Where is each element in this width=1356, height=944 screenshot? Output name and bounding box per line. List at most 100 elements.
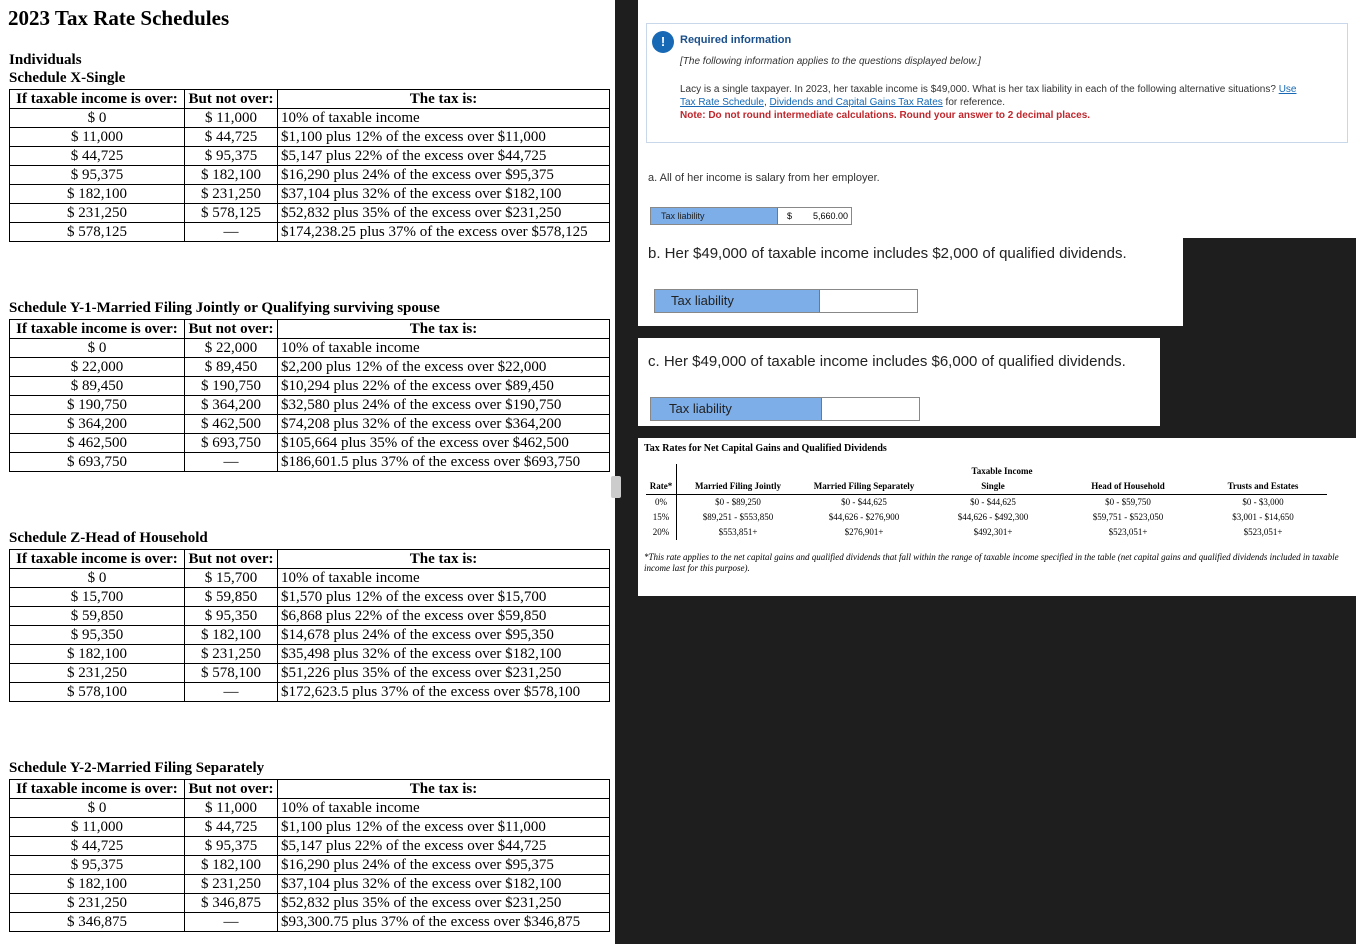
part-c-panel: c. Her $49,000 of taxable income include…	[638, 338, 1160, 426]
table-cell: $186,601.5 plus 37% of the excess over $…	[277, 452, 610, 472]
column-header: If taxable income is over:	[9, 89, 185, 109]
table-cell: $44,626 - $492,300	[957, 512, 1029, 522]
table-cell: $ 578,100	[184, 663, 278, 683]
table-cell: $ 0	[9, 568, 185, 588]
column-header: Single	[929, 479, 1057, 495]
table-cell: $32,580 plus 24% of the excess over $190…	[277, 395, 610, 415]
table-cell: $ 15,700	[184, 568, 278, 588]
capital-gains-rates-link[interactable]: Dividends and Capital Gains Tax Rates	[770, 97, 943, 108]
question-text: Lacy is a single taxpayer. In 2023, her …	[680, 84, 1297, 108]
required-info-title: Required information	[680, 34, 792, 46]
column-header: But not over:	[184, 89, 278, 109]
schedule-table: If taxable income is over: But not over: T…	[9, 319, 610, 472]
schedule-header-row: If taxable income is over: But not over: T…	[9, 549, 610, 569]
table-row: $ 182,100 $ 231,250 $37,104 plus 32% of th…	[9, 184, 610, 204]
schedule-header-row: If taxable income is over: But not over: T…	[9, 89, 610, 109]
table-cell: —	[184, 912, 278, 932]
table-cell: $ 11,000	[9, 817, 185, 837]
table-cell: $ 44,725	[184, 127, 278, 147]
table-cell: —	[184, 682, 278, 702]
table-cell: $ 182,100	[9, 644, 185, 664]
table-cell: $ 693,750	[184, 433, 278, 453]
table-row: $ 44,725 $ 95,375 $5,147 plus 22% of the e…	[9, 146, 610, 166]
table-row: $ 231,250 $ 346,875 $52,832 plus 35% of th…	[9, 893, 610, 913]
table-cell: $0 - $3,000	[1242, 497, 1284, 507]
table-cell: $523,051+	[1243, 527, 1283, 537]
table-cell: $ 0	[9, 338, 185, 358]
table-row: $ 182,100 $ 231,250 $35,498 plus 32% of th…	[9, 644, 610, 664]
table-cell: $16,290 plus 24% of the excess over $95,…	[277, 165, 610, 185]
table-cell: —	[184, 452, 278, 472]
table-cell: $ 231,250	[9, 203, 185, 223]
column-header: If taxable income is over:	[9, 549, 185, 569]
table-cell: $174,238.25 plus 37% of the excess over …	[277, 222, 610, 242]
table-cell: $0 - $44,625	[841, 497, 887, 507]
question-panel: ! Required information [The following in…	[638, 0, 1356, 238]
table-row: 0% $0 - $89,250 $0 - $44,625 $0 - $44,625 $0…	[646, 494, 1327, 510]
scroll-handle[interactable]	[611, 476, 621, 498]
table-row: $ 0 $ 11,000 10% of taxable income	[9, 108, 610, 128]
table-cell: $1,100 plus 12% of the excess over $11,0…	[277, 127, 610, 147]
table-cell: $ 89,450	[9, 376, 185, 396]
schedule-title: Schedule X-Single	[9, 70, 126, 86]
table-cell: $ 364,200	[9, 414, 185, 434]
table-row: $ 462,500 $ 693,750 $105,664 plus 35% of t…	[9, 433, 610, 453]
question-body-tail: for reference.	[945, 97, 1006, 108]
tax-liability-input-a[interactable]: $ 5,660.00	[777, 208, 851, 224]
question-body: Lacy is a single taxpayer. In 2023, her …	[680, 84, 1276, 95]
column-header: The tax is:	[277, 779, 610, 799]
table-cell: $52,832 plus 35% of the excess over $231…	[277, 893, 610, 913]
part-b-answer-row: Tax liability	[654, 289, 918, 313]
table-cell: $37,104 plus 32% of the excess over $182…	[277, 184, 610, 204]
table-cell: $ 693,750	[9, 452, 185, 472]
table-cell: $6,868 plus 22% of the excess over $59,8…	[277, 606, 610, 626]
column-header: If taxable income is over:	[9, 319, 185, 339]
tax-liability-value: 5,660.00	[812, 211, 848, 221]
table-cell: 20%	[646, 525, 677, 540]
table-cell: $ 364,200	[184, 395, 278, 415]
table-cell: 0%	[646, 494, 677, 510]
table-cell: $ 95,350	[9, 625, 185, 645]
table-cell: $5,147 plus 22% of the excess over $44,7…	[277, 836, 610, 856]
table-cell: $ 11,000	[184, 108, 278, 128]
column-header: The tax is:	[277, 319, 610, 339]
table-cell: $ 231,250	[9, 893, 185, 913]
column-header: Married Filing Separately	[799, 479, 929, 495]
table-cell: $44,626 - $276,900	[828, 512, 900, 522]
table-cell: $ 190,750	[9, 395, 185, 415]
column-header: But not over:	[184, 549, 278, 569]
table-cell: $ 190,750	[184, 376, 278, 396]
rounding-note: Note: Do not round intermediate calculat…	[680, 110, 1091, 121]
table-cell: $ 95,375	[184, 146, 278, 166]
table-row: $ 11,000 $ 44,725 $1,100 plus 12% of the e…	[9, 817, 610, 837]
part-a-question: a. All of her income is salary from her …	[648, 172, 880, 184]
schedule-table: If taxable income is over: But not over: T…	[9, 779, 610, 932]
table-cell: $74,208 plus 32% of the excess over $364…	[277, 414, 610, 434]
table-cell: $93,300.75 plus 37% of the excess over $…	[277, 912, 610, 932]
table-cell: $ 22,000	[9, 357, 185, 377]
table-cell: $37,104 plus 32% of the excess over $182…	[277, 874, 610, 894]
table-row: $ 578,100— $172,623.5 plus 37% of the exc…	[9, 682, 610, 702]
currency-symbol: $	[787, 211, 793, 221]
table-cell: $ 44,725	[9, 836, 185, 856]
table-cell: $ 15,700	[9, 587, 185, 607]
table-cell: $ 89,450	[184, 357, 278, 377]
table-cell: $ 346,875	[9, 912, 185, 932]
table-cell: $ 231,250	[9, 663, 185, 683]
table-cell: $ 0	[9, 798, 185, 818]
column-header: The tax is:	[277, 89, 610, 109]
tax-liability-input-c[interactable]	[821, 398, 919, 420]
table-row: $ 364,200 $ 462,500 $74,208 plus 32% of th…	[9, 414, 610, 434]
column-header: Married Filing Jointly	[676, 479, 799, 495]
table-cell: $0 - $89,250	[715, 497, 761, 507]
tax-liability-input-b[interactable]	[819, 290, 917, 312]
table-row: $ 59,850 $ 95,350 $6,868 plus 22% of the e…	[9, 606, 610, 626]
table-cell: $523,051+	[1108, 527, 1148, 537]
schedule-table: If taxable income is over: But not over: T…	[9, 549, 610, 702]
part-b-question: b. Her $49,000 of taxable income include…	[648, 245, 1127, 262]
table-cell: $ 231,250	[184, 644, 278, 664]
table-row: $ 578,125— $174,238.25 plus 37% of the ex…	[9, 222, 610, 242]
table-cell: $ 231,250	[184, 874, 278, 894]
schedule-header-row: If taxable income is over: But not over: T…	[9, 779, 610, 799]
table-row: $ 231,250 $ 578,125 $52,832 plus 35% of th…	[9, 203, 610, 223]
